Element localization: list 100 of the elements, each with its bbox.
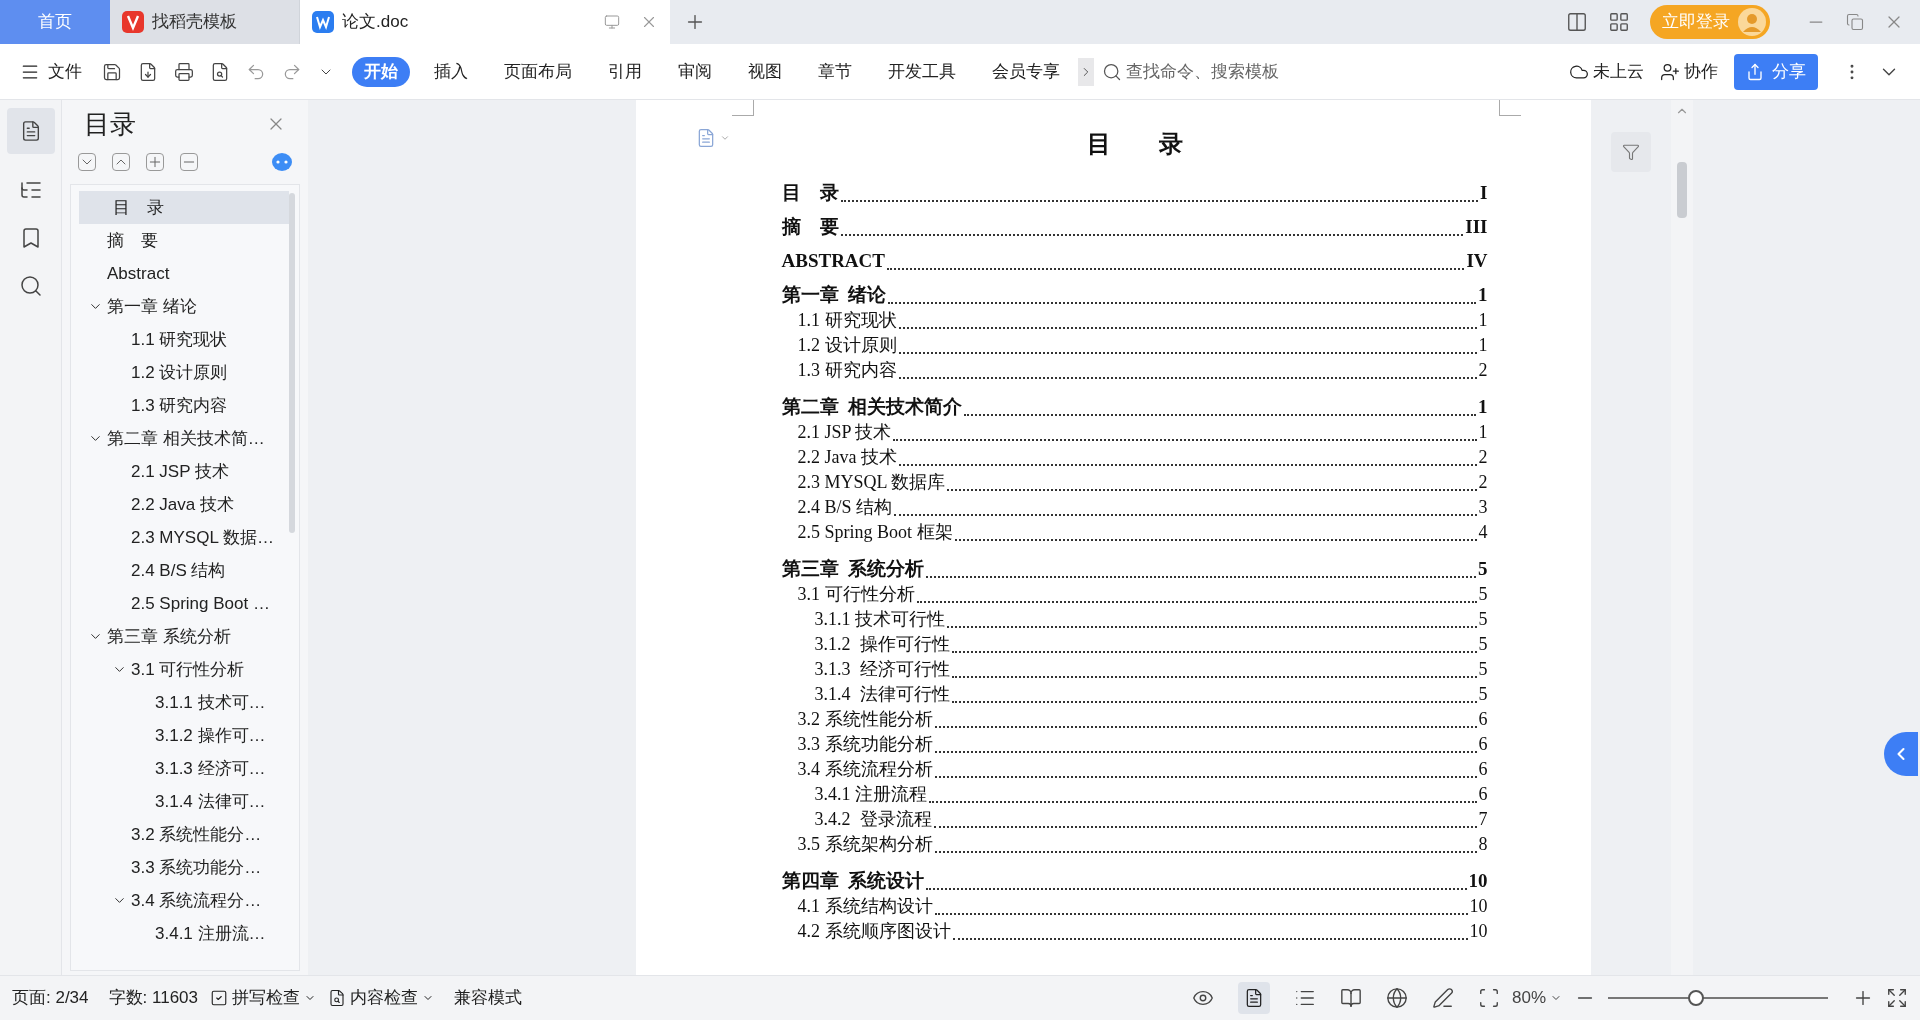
outline-item[interactable]: 摘 要 bbox=[79, 224, 289, 257]
outline-item[interactable]: 第二章 相关技术简… bbox=[79, 422, 289, 455]
layout-icon[interactable] bbox=[1566, 11, 1588, 33]
toc-entry[interactable]: 3.1.1 技术可行性 5 bbox=[781, 611, 1488, 636]
save-icon[interactable] bbox=[102, 61, 122, 82]
toc-entry[interactable]: 3.1.3 经济可行性 5 bbox=[781, 661, 1488, 686]
outline-item[interactable]: 3.1.2 操作可… bbox=[79, 719, 289, 752]
document-tab[interactable]: 论文.doc bbox=[300, 0, 670, 44]
ribbon-tab[interactable]: 视图 bbox=[736, 56, 794, 87]
toc-entry[interactable]: 第二章 相关技术简介 1 bbox=[781, 390, 1488, 424]
ai-icon[interactable] bbox=[272, 153, 292, 171]
toc-entry[interactable]: 4.1 系统结构设计 10 bbox=[781, 898, 1488, 923]
outline-item[interactable]: 2.5 Spring Boot … bbox=[79, 587, 289, 620]
ribbon-tab[interactable]: 开发工具 bbox=[876, 56, 968, 87]
filter-button[interactable] bbox=[1610, 132, 1651, 172]
outline-item[interactable]: 3.1.1 技术可… bbox=[79, 686, 289, 719]
read-view-icon[interactable] bbox=[1339, 987, 1362, 1009]
outline-item[interactable]: 1.3 研究内容 bbox=[79, 389, 289, 422]
outline-item[interactable]: 目 录 bbox=[79, 191, 289, 224]
outline-item[interactable]: 2.1 JSP 技术 bbox=[79, 455, 289, 488]
toc-entry[interactable]: 1.3 研究内容 2 bbox=[781, 362, 1488, 387]
toc-entry[interactable]: 3.4.2 登录流程 7 bbox=[781, 811, 1488, 836]
outline-item[interactable]: Abstract bbox=[79, 257, 289, 290]
toc-entry[interactable]: 2.2 Java 技术 2 bbox=[781, 449, 1488, 474]
toc-entry[interactable]: 3.2 系统性能分析 6 bbox=[781, 711, 1488, 736]
export-icon[interactable] bbox=[138, 61, 158, 82]
outline-item[interactable]: 2.3 MYSQL 数据… bbox=[79, 521, 289, 554]
toc-entry[interactable]: 2.1 JSP 技术 1 bbox=[781, 424, 1488, 449]
zoom-slider[interactable] bbox=[1608, 989, 1828, 1007]
toc-entry[interactable]: 3.5 系统架构分析 8 bbox=[781, 836, 1488, 861]
word-count[interactable]: 字数: 11603 bbox=[108, 985, 198, 1011]
toc-entry[interactable]: 3.4.1 注册流程 6 bbox=[781, 786, 1488, 811]
outline-item[interactable]: 3.2 系统性能分… bbox=[79, 818, 289, 851]
toc-entry[interactable]: 2.4 B/S 结构 3 bbox=[781, 499, 1488, 524]
fullscreen-icon[interactable] bbox=[1886, 987, 1908, 1009]
slider-thumb[interactable] bbox=[1688, 990, 1704, 1006]
cloud-button[interactable]: 未上云 bbox=[1569, 58, 1644, 85]
toc-entry[interactable]: 1.1 研究现状 1 bbox=[781, 312, 1488, 337]
toc-entry[interactable]: 4.2 系统顺序图设计 10 bbox=[781, 923, 1488, 948]
outline-item[interactable]: 3.1 可行性分析 bbox=[79, 653, 289, 686]
toc-entry[interactable]: 1.2 设计原则 1 bbox=[781, 337, 1488, 362]
add-level-icon[interactable] bbox=[146, 153, 164, 171]
spell-check-button[interactable]: 拼写检查 bbox=[210, 985, 316, 1011]
toc-entry[interactable]: 3.1.2 操作可行性 5 bbox=[781, 636, 1488, 661]
command-search-field[interactable]: 查找命令、搜索模板 bbox=[1102, 58, 1332, 85]
share-button[interactable]: 分享 bbox=[1734, 53, 1818, 90]
toc-entry[interactable]: ABSTRACT IV bbox=[781, 244, 1488, 278]
toc-entry[interactable]: 目 录 I bbox=[781, 176, 1488, 210]
toc-entry[interactable]: 第三章 系统分析 5 bbox=[781, 552, 1488, 586]
ribbon-tab[interactable]: 开始 bbox=[352, 56, 410, 87]
toc-entry[interactable]: 3.3 系统功能分析 6 bbox=[781, 736, 1488, 761]
fit-page-icon[interactable] bbox=[1477, 987, 1500, 1009]
outline-item[interactable]: 第三章 系统分析 bbox=[79, 620, 289, 653]
collapse-all-icon[interactable] bbox=[112, 153, 130, 171]
side-panel-toggle[interactable] bbox=[1884, 732, 1918, 776]
screen-icon[interactable] bbox=[604, 14, 620, 30]
search-icon[interactable] bbox=[18, 274, 43, 298]
outline-item[interactable]: 2.4 B/S 结构 bbox=[79, 554, 289, 587]
remove-level-icon[interactable] bbox=[180, 153, 198, 171]
toc-entry[interactable]: 第四章 系统设计 10 bbox=[781, 864, 1488, 898]
toc-entry[interactable]: 3.1 可行性分析 5 bbox=[781, 586, 1488, 611]
template-tab[interactable]: 找稻壳模板 bbox=[110, 0, 300, 44]
outline-item[interactable]: 3.4 系统流程分… bbox=[79, 884, 289, 917]
page-count[interactable]: 页面: 2/34 bbox=[12, 985, 89, 1011]
toc-entry[interactable]: 摘 要 III bbox=[781, 210, 1488, 244]
pen-icon[interactable] bbox=[1431, 987, 1454, 1009]
apps-icon[interactable] bbox=[1608, 11, 1630, 33]
outline-item[interactable]: 3.4.1 注册流… bbox=[79, 917, 289, 950]
outline-item[interactable]: 1.1 研究现状 bbox=[79, 323, 289, 356]
toc-entry[interactable]: 第一章 绪论 1 bbox=[781, 278, 1488, 312]
ribbon-tab[interactable]: 引用 bbox=[596, 56, 654, 87]
ribbon-tab[interactable]: 章节 bbox=[806, 56, 864, 87]
toc-entry[interactable]: 2.3 MYSQL 数据库 2 bbox=[781, 474, 1488, 499]
ribbon-tab[interactable]: 插入 bbox=[422, 56, 480, 87]
preview-icon[interactable] bbox=[210, 61, 230, 82]
scrollbar-thumb[interactable] bbox=[1676, 162, 1687, 218]
expand-all-icon[interactable] bbox=[78, 153, 96, 171]
outline-item[interactable]: 3.1.4 法律可… bbox=[79, 785, 289, 818]
outline-panel-icon[interactable] bbox=[6, 108, 55, 154]
outline-item[interactable]: 第一章 绪论 bbox=[79, 290, 289, 323]
toc-entry[interactable]: 3.1.4 法律可行性 5 bbox=[781, 686, 1488, 711]
web-view-icon[interactable] bbox=[1385, 987, 1408, 1009]
toc-entry[interactable]: 2.5 Spring Boot 框架 4 bbox=[781, 524, 1488, 549]
restore-icon[interactable] bbox=[1846, 13, 1864, 31]
zoom-level[interactable]: 80% bbox=[1511, 985, 1562, 1011]
outline-item[interactable]: 3.1.3 经济可… bbox=[79, 752, 289, 785]
compat-mode[interactable]: 兼容模式 bbox=[454, 985, 522, 1011]
file-menu[interactable]: 文件 bbox=[20, 58, 82, 85]
toc-entry[interactable]: 3.4 系统流程分析 6 bbox=[781, 761, 1488, 786]
content-check-button[interactable]: 内容检查 bbox=[328, 985, 434, 1011]
outline-item[interactable]: 3.3 系统功能分… bbox=[79, 851, 289, 884]
ribbon-tab[interactable]: 页面布局 bbox=[492, 56, 584, 87]
collaborate-button[interactable]: 协作 bbox=[1660, 58, 1718, 85]
scrollbar-thumb[interactable] bbox=[289, 193, 295, 533]
print-icon[interactable] bbox=[174, 61, 194, 82]
outline-item[interactable]: 1.2 设计原则 bbox=[79, 356, 289, 389]
outline-item[interactable]: 2.2 Java 技术 bbox=[79, 488, 289, 521]
ribbon-tab[interactable]: 审阅 bbox=[666, 56, 724, 87]
page-view-icon[interactable] bbox=[1237, 982, 1270, 1014]
ribbon-tab[interactable]: 会员专享 bbox=[980, 56, 1072, 87]
